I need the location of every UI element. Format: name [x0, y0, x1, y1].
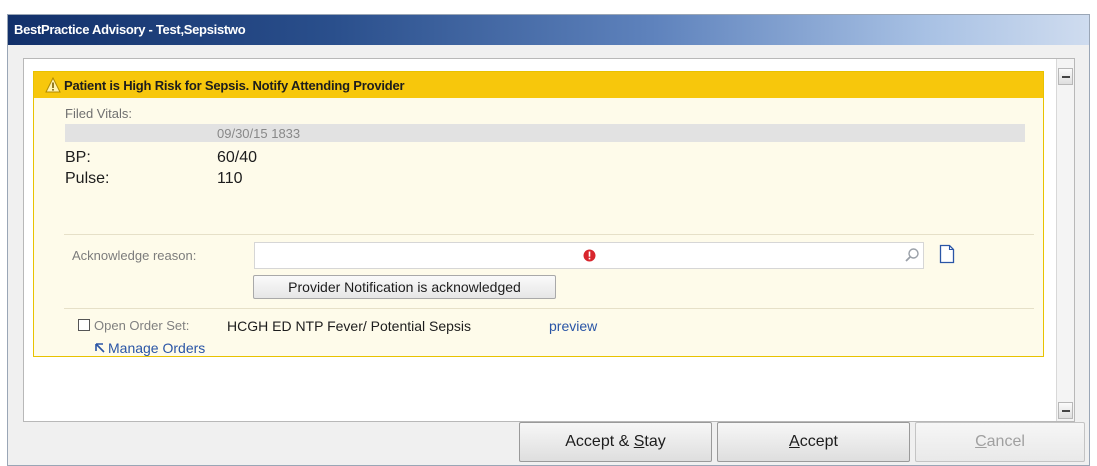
- pulse-label: Pulse:: [65, 170, 110, 187]
- provider-notification-acknowledged-button[interactable]: Provider Notification is acknowledged: [253, 275, 556, 299]
- advisory-content: Patient is High Risk for Sepsis. Notify …: [23, 58, 1075, 422]
- open-order-set-checkbox[interactable]: [78, 319, 90, 331]
- manage-orders-icon: [95, 343, 105, 353]
- order-set-name: HCGH ED NTP Fever/ Potential Sepsis: [227, 318, 472, 334]
- scroll-down-button[interactable]: [1058, 402, 1073, 419]
- accept-and-stay-button[interactable]: Accept & Stay: [519, 422, 712, 462]
- accept-mnemonic: A: [789, 433, 800, 450]
- preview-link[interactable]: preview: [549, 318, 597, 334]
- document-icon[interactable]: [939, 244, 955, 264]
- accept-button[interactable]: Accept: [717, 422, 910, 462]
- window-title: BestPractice Advisory - Test,Sepsistwo: [14, 22, 246, 37]
- accept-and-stay-mnemonic: S: [633, 433, 645, 450]
- divider: [64, 308, 1034, 309]
- advisory-panel: Patient is High Risk for Sepsis. Notify …: [33, 71, 1044, 357]
- divider: [64, 234, 1034, 235]
- accept-and-stay-suffix: tay: [644, 433, 666, 450]
- accept-suffix: ccept: [799, 433, 838, 450]
- advisory-window: BestPractice Advisory - Test,Sepsistwo P…: [7, 14, 1090, 466]
- scroll-up-button[interactable]: [1058, 68, 1073, 85]
- open-order-set-label: Open Order Set:: [94, 318, 190, 333]
- bp-value: 60/40: [217, 149, 258, 166]
- pulse-value: 110: [217, 170, 243, 187]
- search-icon[interactable]: [904, 247, 920, 263]
- filed-vitals-label: Filed Vitals:: [65, 106, 132, 121]
- manage-orders-link[interactable]: Manage Orders: [108, 340, 205, 356]
- vertical-scrollbar[interactable]: [1056, 59, 1074, 421]
- accept-and-stay-prefix: Accept &: [565, 433, 634, 450]
- bp-label: BP:: [65, 149, 91, 166]
- title-bar[interactable]: BestPractice Advisory - Test,Sepsistwo: [8, 15, 1089, 45]
- vitals-timestamp: 09/30/15 1833: [217, 126, 301, 141]
- required-icon: [583, 249, 596, 262]
- cancel-suffix: ancel: [986, 433, 1025, 450]
- vitals-header-row: 09/30/15 1833: [65, 124, 1025, 142]
- advisory-header: Patient is High Risk for Sepsis. Notify …: [34, 72, 1043, 98]
- warning-icon: [45, 77, 61, 93]
- advisory-title: Patient is High Risk for Sepsis. Notify …: [64, 78, 405, 93]
- cancel-button[interactable]: Cancel: [915, 422, 1085, 462]
- cancel-mnemonic: C: [975, 433, 987, 450]
- acknowledge-reason-label: Acknowledge reason:: [72, 248, 197, 263]
